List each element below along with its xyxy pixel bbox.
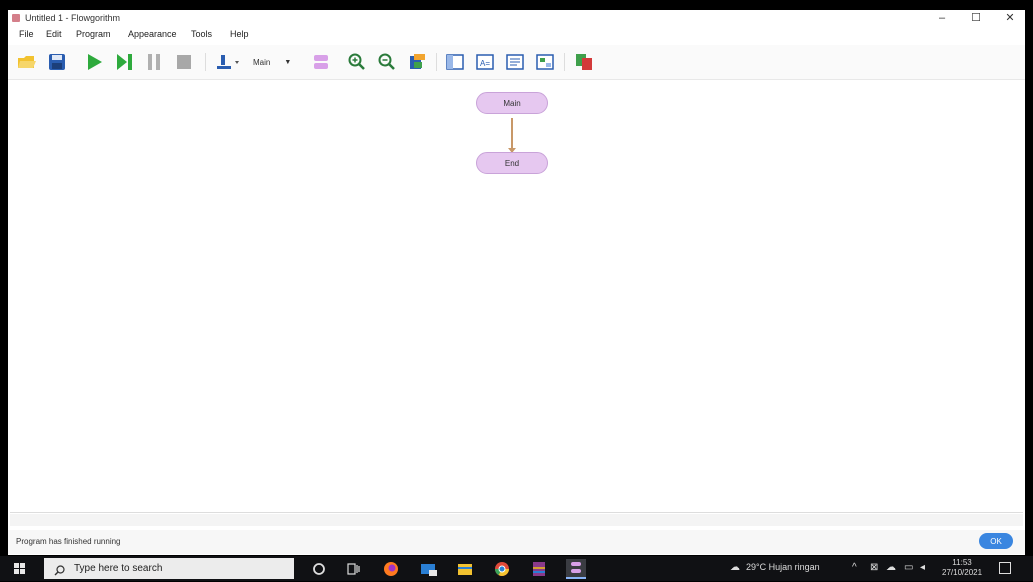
step-icon[interactable] [114, 52, 134, 72]
flow-connector [511, 118, 513, 152]
firefox-icon[interactable] [383, 561, 399, 577]
function-select[interactable]: Main ▼ [253, 52, 299, 72]
weather-text[interactable]: 29°C Hujan ringan [746, 562, 820, 572]
menu-bar: File Edit Program Appearance Tools Help [8, 27, 1025, 42]
chevron-up-icon[interactable]: ^ [852, 562, 857, 573]
ok-button[interactable]: OK [979, 533, 1013, 549]
chrome-icon[interactable] [494, 561, 510, 577]
flowchart-node-main[interactable]: Main [476, 92, 548, 114]
menu-file[interactable]: File [19, 29, 34, 39]
mail-icon[interactable] [420, 561, 437, 577]
pause-icon[interactable] [144, 52, 164, 72]
taskbar: Type here to search ☁ 29°C Hujan ringan … [0, 556, 1033, 581]
flowchart-canvas[interactable]: Main End [10, 80, 1023, 513]
cloud-icon[interactable]: ☁ [886, 562, 896, 573]
volume-icon[interactable]: ◂ [920, 562, 925, 573]
save-icon[interactable] [47, 52, 67, 72]
toolbar-separator [205, 53, 206, 71]
menu-appearance[interactable]: Appearance [128, 29, 177, 39]
task-view-icon[interactable] [346, 561, 362, 577]
winrar-icon[interactable] [531, 561, 547, 577]
toolbar-separator [564, 53, 565, 71]
stop-icon[interactable] [174, 52, 194, 72]
toolbar: Main ▼ A= [8, 45, 1025, 80]
panel-icon[interactable] [445, 52, 465, 72]
weather-icon: ☁ [730, 562, 740, 573]
notification-icon[interactable] [999, 562, 1011, 574]
dropbox-icon[interactable]: ⊠ [870, 562, 878, 573]
battery-icon[interactable]: ▭ [904, 562, 913, 573]
system-clock[interactable]: 11:53 27/10/2021 [942, 558, 982, 578]
flowchart-node-end[interactable]: End [476, 152, 548, 174]
chart-icon[interactable] [535, 52, 555, 72]
flowgorithm-taskbar-icon[interactable] [566, 559, 586, 579]
code-icon[interactable] [574, 52, 594, 72]
minimize-button[interactable]: – [925, 10, 959, 26]
app-icon [12, 14, 20, 22]
search-icon [54, 563, 65, 581]
status-bar: Program has finished running OK [8, 530, 1025, 554]
menu-tools[interactable]: Tools [191, 29, 212, 39]
clock-time: 11:53 [952, 558, 972, 567]
variables-icon[interactable]: A= [475, 52, 495, 72]
function-select-value: Main [253, 57, 271, 67]
horizontal-scrollbar[interactable] [10, 514, 1023, 526]
open-icon[interactable] [17, 52, 37, 72]
status-message: Program has finished running [16, 537, 121, 546]
style-icon[interactable] [407, 52, 427, 72]
layout-icon[interactable] [311, 52, 331, 72]
toolbar-separator [436, 53, 437, 71]
menu-help[interactable]: Help [230, 29, 249, 39]
menu-program[interactable]: Program [76, 29, 111, 39]
zoom-in-icon[interactable] [347, 52, 367, 72]
app-window: Untitled 1 - Flowgorithm – ☐ ✕ File Edit… [8, 10, 1025, 555]
taskbar-search-box[interactable]: Type here to search [44, 558, 294, 579]
title-bar: Untitled 1 - Flowgorithm – ☐ ✕ [8, 10, 1025, 26]
svg-text:A=: A= [480, 59, 490, 68]
add-icon[interactable] [213, 52, 243, 72]
clock-date: 27/10/2021 [942, 568, 983, 577]
maximize-button[interactable]: ☐ [959, 10, 993, 26]
zoom-out-icon[interactable] [377, 52, 397, 72]
window-title: Untitled 1 - Flowgorithm [25, 13, 121, 23]
file-explorer-icon[interactable] [457, 561, 473, 577]
chevron-down-icon: ▼ [284, 58, 292, 66]
active-indicator [566, 577, 586, 579]
search-placeholder: Type here to search [74, 563, 163, 574]
console-icon[interactable] [505, 52, 525, 72]
menu-edit[interactable]: Edit [46, 29, 62, 39]
cortana-icon[interactable] [311, 561, 327, 577]
close-button[interactable]: ✕ [993, 10, 1025, 26]
windows-start-icon[interactable] [14, 563, 26, 575]
run-icon[interactable] [84, 52, 104, 72]
